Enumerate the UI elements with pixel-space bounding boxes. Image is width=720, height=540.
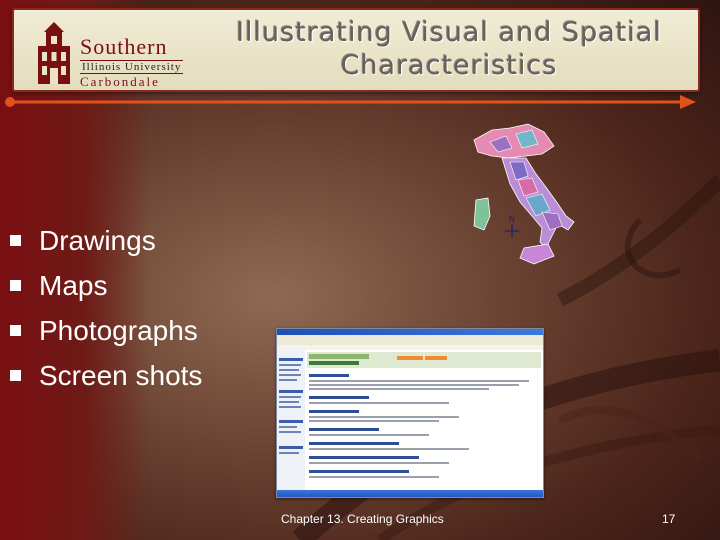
compass-north-label: N <box>509 215 515 224</box>
square-bullet-icon <box>10 235 21 246</box>
square-bullet-icon <box>10 280 21 291</box>
screenshot-image <box>276 328 544 498</box>
bullet-text: Maps <box>39 269 108 301</box>
bullet-item-drawings: Drawings <box>8 218 202 263</box>
slide-title-line1: Illustrating Visual and Spatial <box>236 17 662 48</box>
footer-chapter-text: Chapter 13. Creating Graphics <box>281 512 444 526</box>
bullet-list: Drawings Maps Photographs Screen shots <box>8 218 202 398</box>
slide-title: Illustrating Visual and Spatial Characte… <box>204 16 694 82</box>
bullet-text: Screen shots <box>39 359 203 391</box>
square-bullet-icon <box>10 370 21 381</box>
bullet-text: Photographs <box>39 314 198 346</box>
slide: Southern Illinois University Carbondale … <box>0 0 720 540</box>
header-banner: Southern Illinois University Carbondale … <box>12 8 700 92</box>
building-icon <box>38 22 70 84</box>
bullet-item-maps: Maps <box>8 263 202 308</box>
bullet-item-screen-shots: Screen shots <box>8 353 202 398</box>
university-logo: Southern Illinois University Carbondale <box>20 14 190 89</box>
logo-carbondale-text: Carbondale <box>80 74 160 89</box>
accent-arrow <box>5 95 696 109</box>
italy-map-image: N <box>473 123 575 265</box>
logo-illinois-text: Illinois University <box>80 60 184 74</box>
square-bullet-icon <box>10 325 21 336</box>
slide-page-number: 17 <box>662 512 676 526</box>
screenshot-content <box>277 350 543 490</box>
logo-southern-text: Southern <box>80 34 168 59</box>
bullet-item-photographs: Photographs <box>8 308 202 353</box>
slide-title-line2: Characteristics <box>340 50 558 81</box>
bullet-text: Drawings <box>39 224 156 256</box>
screenshot-taskbar <box>277 490 543 497</box>
